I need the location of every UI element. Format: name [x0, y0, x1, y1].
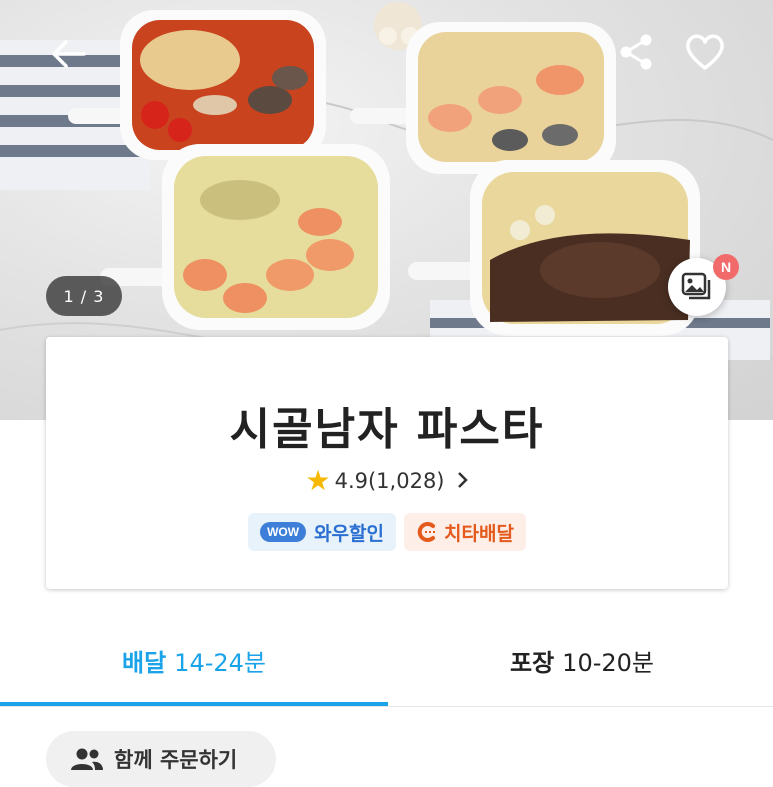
store-name: 시골남자 파스타 [229, 404, 545, 455]
store-info-card: 시골남자 파스타 ★ 4.9(1,028) WOW 와우할인 치타배달 [46, 337, 728, 589]
cheetah-icon [417, 522, 436, 542]
rating-value: 4.9(1,028) [334, 469, 445, 493]
order-type-tabs: 배달 14-24분 포장 10-20분 [0, 620, 773, 707]
cheetah-delivery-tag: 치타배달 [404, 513, 526, 551]
wow-discount-tag: WOW 와우할인 [248, 513, 396, 551]
tab-pickup[interactable]: 포장 10-20분 [388, 620, 773, 700]
tab-delivery-label: 배달 [122, 648, 167, 677]
tab-pickup-label: 포장 [510, 648, 555, 677]
back-arrow-icon[interactable] [46, 32, 90, 76]
tab-pickup-time: 10-20분 [562, 648, 654, 677]
group-order-label: 함께 주문하기 [114, 748, 238, 772]
store-tags: WOW 와우할인 치타배달 [46, 513, 728, 551]
image-pager: 1 / 3 [46, 276, 122, 316]
wow-badge: WOW [260, 522, 307, 542]
tab-divider [0, 706, 773, 707]
wow-discount-label: 와우할인 [314, 522, 384, 545]
cheetah-delivery-label: 치타배달 [444, 522, 514, 545]
rating-link[interactable]: ★ 4.9(1,028) [46, 467, 728, 495]
chevron-right-icon [457, 467, 469, 495]
share-icon[interactable] [614, 30, 658, 74]
heart-icon[interactable] [682, 30, 728, 74]
tab-delivery[interactable]: 배달 14-24분 [0, 620, 388, 700]
tab-delivery-time: 14-24분 [174, 648, 266, 677]
new-badge: N [713, 254, 739, 280]
group-order-button[interactable]: 함께 주문하기 [46, 731, 276, 787]
photo-review-icon [681, 272, 711, 300]
star-icon: ★ [305, 464, 331, 497]
people-icon [71, 748, 103, 770]
